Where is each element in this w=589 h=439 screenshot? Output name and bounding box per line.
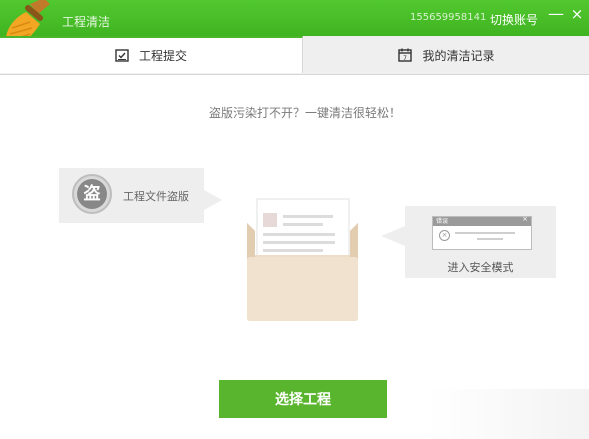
error-dialog-illustration: 错误 × × [432, 215, 532, 250]
tab-clean-history[interactable]: 7 我的清洁记录 [304, 36, 589, 74]
headline-text: 盗版污染打不开？一键清洁很轻松！ [208, 106, 401, 120]
checkbox-icon [115, 49, 129, 62]
select-project-button[interactable]: 选择工程 [219, 380, 387, 418]
piracy-seal-char: 盗 [77, 179, 107, 209]
tab-bar: 工程提交 7 我的清洁记录 [0, 36, 589, 75]
piracy-label: 工程文件盗版 [123, 190, 189, 203]
close-button[interactable]: × [570, 7, 584, 22]
envelope-illustration [247, 198, 358, 321]
piracy-bubble: 盗 工程文件盗版 [59, 168, 222, 223]
calendar-icon: 7 [398, 48, 413, 62]
app-title: 工程清洁 [62, 15, 111, 29]
tab-clean-history-label: 我的清洁记录 [422, 48, 495, 63]
tab-project-submit-label: 工程提交 [138, 49, 187, 63]
switch-account-link[interactable]: 切换账号 [490, 11, 538, 28]
error-x-icon: × [439, 230, 450, 241]
error-dialog-close: × [522, 215, 528, 223]
svg-text:7: 7 [404, 55, 408, 62]
piracy-seal-icon: 盗 [72, 174, 112, 214]
minimize-button[interactable]: — [548, 6, 564, 22]
safe-mode-bubble: 错误 × × 进入安全模式 [381, 206, 556, 278]
safe-mode-label: 进入安全模式 [447, 261, 514, 274]
tab-project-submit[interactable]: 工程提交 [0, 36, 303, 73]
error-dialog-title: 错误 [436, 218, 449, 225]
account-id: 155659958141 [410, 12, 487, 23]
title-bar: 工程清洁 155659958141 切换账号 — × [0, 0, 589, 36]
